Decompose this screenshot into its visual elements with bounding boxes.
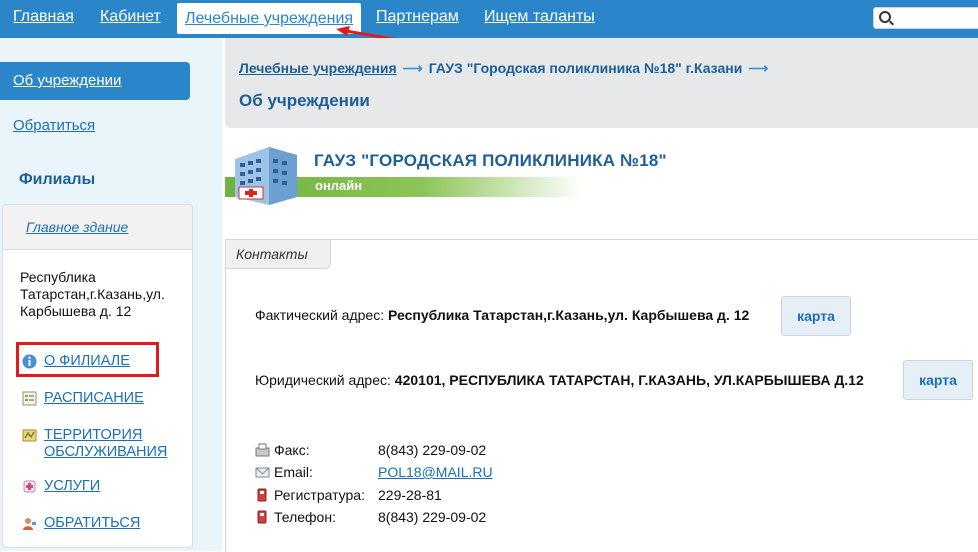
breadcrumb-arrow-icon: ⟶ bbox=[748, 60, 769, 76]
legal-address: Юридический адрес: 420101, РЕСПУБЛИКА ТА… bbox=[255, 372, 864, 388]
breadcrumb-arrow-icon: ⟶ bbox=[402, 60, 423, 76]
contacts-panel: Контакты Фактический адрес: Республика Т… bbox=[225, 239, 978, 552]
email-icon bbox=[255, 467, 270, 478]
status-label: онлайн bbox=[315, 178, 363, 193]
nav-medical-institutions[interactable]: Лечебные учреждения bbox=[177, 3, 362, 34]
actual-address-label: Фактический адрес: bbox=[255, 307, 385, 323]
branch-item-territory-label-2[interactable]: ОБСЛУЖИВАНИЯ bbox=[44, 444, 167, 460]
nav-talents[interactable]: Ищем таланты bbox=[484, 8, 595, 26]
sidebar-item-about-label[interactable]: Об учреждении bbox=[13, 72, 121, 89]
legal-address-value: 420101, РЕСПУБЛИКА ТАТАРСТАН, Г.КАЗАНЬ, … bbox=[394, 372, 864, 388]
hospital-building-icon bbox=[235, 147, 297, 205]
actual-address: Фактический адрес: Республика Татарстан,… bbox=[255, 307, 749, 323]
actual-address-value: Республика Татарстан,г.Казань,ул. Карбыш… bbox=[388, 307, 750, 323]
nav-partners[interactable]: Партнерам bbox=[376, 8, 459, 26]
branch-item-schedule-label[interactable]: РАСПИСАНИЕ bbox=[44, 390, 144, 406]
search-box[interactable] bbox=[873, 7, 978, 29]
branch-item-contact-label[interactable]: ОБРАТИТЬСЯ bbox=[44, 515, 140, 531]
services-icon bbox=[23, 480, 36, 493]
contact-label: Регистратура: bbox=[274, 487, 365, 503]
search-icon[interactable] bbox=[879, 11, 891, 23]
branch-name-link[interactable]: Главное здание bbox=[26, 219, 128, 235]
nav-cabinet[interactable]: Кабинет bbox=[100, 8, 161, 26]
nav-home[interactable]: Главная bbox=[13, 8, 74, 26]
phone-value: 8(843) 229-09-02 bbox=[378, 509, 487, 525]
branch-item-services-label[interactable]: УСЛУГИ bbox=[44, 478, 100, 494]
breadcrumb-item-clinic[interactable]: ГАУЗ "Городская поликлиника №18" г.Казан… bbox=[429, 60, 743, 76]
institution-title: ГАУЗ "ГОРОДСКАЯ ПОЛИКЛИНИКА №18" bbox=[314, 151, 667, 170]
search-input[interactable] bbox=[894, 9, 978, 27]
branch-address: Республика Татарстан,г.Казань,ул. Карбыш… bbox=[20, 269, 165, 319]
sidebar-item-contact[interactable]: Обратиться bbox=[13, 117, 95, 134]
sidebar: Об учреждении Обратиться Филиалы Главное… bbox=[0, 38, 222, 551]
contact-label: Email: bbox=[274, 464, 313, 480]
breadcrumb-bar: Лечебные учреждения ⟶ ГАУЗ "Городская поли… bbox=[225, 38, 978, 128]
map-button-legal[interactable]: карта bbox=[903, 360, 973, 400]
institution-banner: онлайн ГАУЗ "ГОРОДСКАЯ ПОЛИКЛИНИКА №18" bbox=[225, 145, 978, 207]
top-nav: Главная Кабинет Лечебные учреждения Парт… bbox=[0, 0, 978, 38]
phone-icon bbox=[257, 510, 267, 524]
fax-value: 8(843) 229-09-02 bbox=[378, 442, 487, 458]
contact-label: Телефон: bbox=[274, 509, 336, 525]
branch-header: Главное здание bbox=[3, 205, 192, 250]
page-title: Об учреждении bbox=[239, 91, 370, 110]
contact-person-icon bbox=[23, 518, 36, 530]
map-button-actual[interactable]: карта bbox=[781, 296, 851, 336]
sidebar-item-about[interactable]: Об учреждении bbox=[0, 62, 190, 100]
territory-icon bbox=[22, 429, 37, 442]
branch-item-territory-label-1[interactable]: ТЕРРИТОРИЯ bbox=[44, 427, 142, 443]
legal-address-label: Юридический адрес: bbox=[255, 372, 391, 388]
schedule-icon bbox=[22, 391, 37, 406]
tab-contacts-label[interactable]: Контакты bbox=[236, 246, 308, 262]
phone-icon bbox=[257, 488, 267, 502]
contact-label: Факс: bbox=[274, 442, 310, 458]
fax-icon bbox=[255, 443, 270, 457]
registry-value: 229-28-81 bbox=[378, 487, 442, 503]
breadcrumb: Лечебные учреждения ⟶ ГАУЗ "Городская поли… bbox=[239, 60, 774, 77]
annotation-highlight-box bbox=[16, 342, 159, 377]
branches-heading: Филиалы bbox=[19, 171, 96, 188]
breadcrumb-item-institutions[interactable]: Лечебные учреждения bbox=[239, 60, 397, 76]
email-link[interactable]: POL18@MAIL.RU bbox=[378, 464, 493, 480]
tab-contacts[interactable]: Контакты bbox=[226, 240, 331, 269]
